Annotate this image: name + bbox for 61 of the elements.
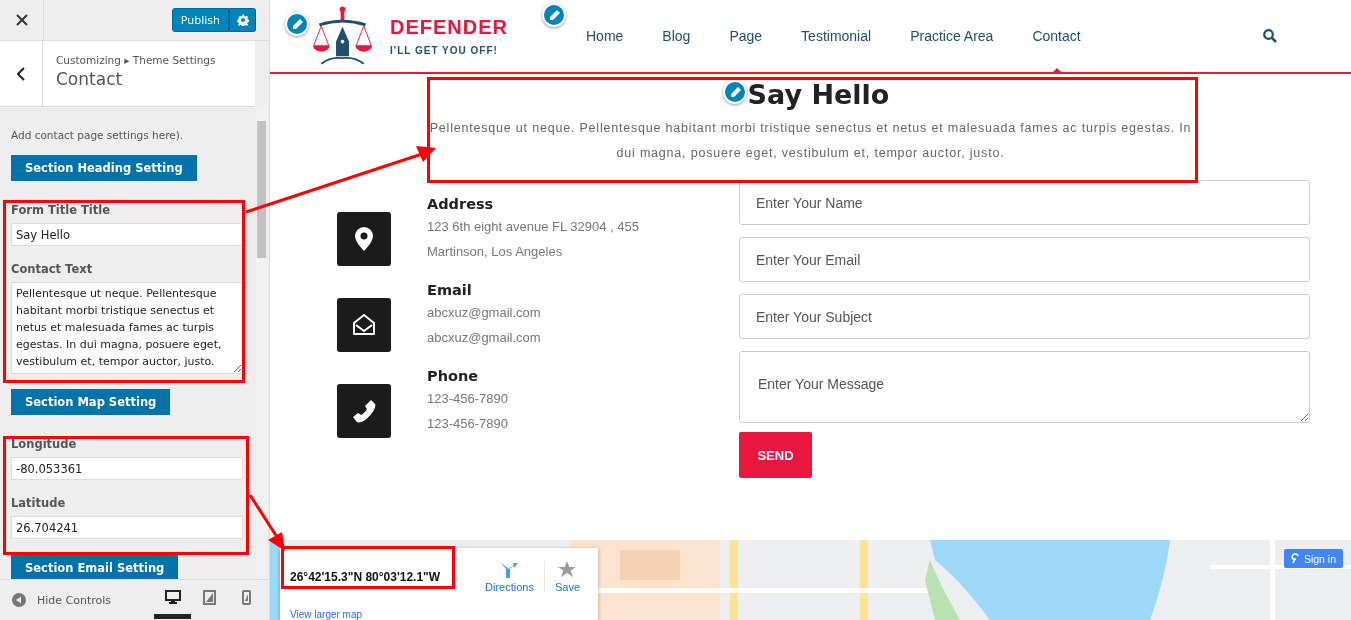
- section-button[interactable]: Section Map Setting: [11, 389, 171, 415]
- contact-detail: Martinson, Los Angeles: [427, 243, 564, 261]
- contact-title: Email: [427, 281, 473, 300]
- nav-link[interactable]: Home: [586, 0, 624, 72]
- text-field[interactable]: Say Hello: [11, 223, 243, 246]
- hide-controls-button[interactable]: Hide Controls: [0, 592, 118, 608]
- text-area[interactable]: Pellentesque ut neque. Pellentesque habitant morbi tristique senectus et netus et malesuada fames ac turpis egestas. In dui magna, posuere eget, vestibulum et, tempor auctor, justo.: [11, 282, 243, 374]
- collapse-icon: [12, 593, 26, 607]
- message-field[interactable]: Enter Your Message: [739, 351, 1310, 423]
- view-larger-map-link[interactable]: View larger map: [290, 609, 363, 620]
- input-field[interactable]: Enter Your Email: [739, 237, 1310, 282]
- nav-link[interactable]: Contact: [1032, 0, 1081, 72]
- publish-button[interactable]: Publish: [171, 8, 229, 32]
- site-name: DEFENDER: [390, 16, 508, 39]
- contact-detail: 123-456-7890: [427, 390, 508, 408]
- annotation-arrow: [248, 494, 285, 551]
- sign-in-button[interactable]: Sign in: [1283, 549, 1343, 568]
- contact-detail: abcxuz@gmail.com: [427, 329, 541, 347]
- google-plus-icon: [1290, 553, 1299, 564]
- contact-detail: 123 6th eight avenue FL 32904 , 455: [427, 218, 640, 236]
- site-tagline: I'LL GET YOU OFF!: [390, 45, 499, 56]
- nav-link[interactable]: Blog: [662, 0, 691, 72]
- search-icon[interactable]: [1263, 29, 1277, 43]
- panel-description: Add contact page settings here).: [11, 129, 184, 141]
- section-button[interactable]: Section Email Setting: [11, 555, 179, 579]
- gear-icon: [236, 14, 249, 26]
- nav-link[interactable]: Page: [729, 0, 763, 72]
- settings-button[interactable]: [229, 8, 256, 32]
- nav-link[interactable]: Testimonial: [801, 0, 872, 72]
- mobile-icon: [242, 589, 251, 605]
- back-icon[interactable]: [17, 66, 25, 81]
- coordinates: 26°42'15.3"N 80°03'12.1"W: [290, 570, 442, 584]
- location-pin-icon: [337, 212, 391, 266]
- star-icon: [558, 561, 577, 578]
- phone-icon: [337, 384, 391, 438]
- panel-title: Contact: [56, 69, 124, 89]
- intro-paragraph: Pellentesque ut neque. Pellentesque habitant morbi tristique senectus et netus et malesuada fames ac turpis egestas. In dui magna, posuere eget, vestibulum et, tempor auctor, justo.: [428, 120, 1193, 162]
- save-button[interactable]: Save: [543, 561, 590, 593]
- contact-title: Address: [427, 195, 495, 214]
- directions-icon: [500, 561, 519, 578]
- field-label: Contact Text: [11, 262, 94, 276]
- contact-detail: 123-456-7890: [427, 415, 508, 433]
- input-field[interactable]: Enter Your Subject: [739, 294, 1310, 339]
- send-button[interactable]: SEND: [739, 432, 812, 478]
- contact-detail: abcxuz@gmail.com: [427, 304, 541, 322]
- field-label: Latitude: [11, 496, 67, 510]
- input-field[interactable]: Enter Your Name: [739, 180, 1310, 225]
- contact-title: Phone: [427, 367, 480, 386]
- nav-link[interactable]: Practice Area: [910, 0, 994, 72]
- text-field[interactable]: -80.053361: [11, 457, 243, 480]
- directions-button[interactable]: Directions: [475, 561, 544, 593]
- tablet-icon: [203, 589, 216, 605]
- section-heading: Say Hello: [747, 79, 890, 110]
- close-icon[interactable]: [15, 14, 28, 26]
- desktop-icon: [164, 590, 181, 604]
- field-label: Longitude: [11, 437, 78, 451]
- section-button[interactable]: Section Heading Setting: [11, 155, 197, 181]
- field-label: Form Title Title: [11, 203, 111, 217]
- open-envelope-icon: [337, 298, 391, 352]
- text-field[interactable]: 26.704241: [11, 516, 243, 539]
- breadcrumb: Customizing ▸ Theme Settings: [56, 54, 216, 66]
